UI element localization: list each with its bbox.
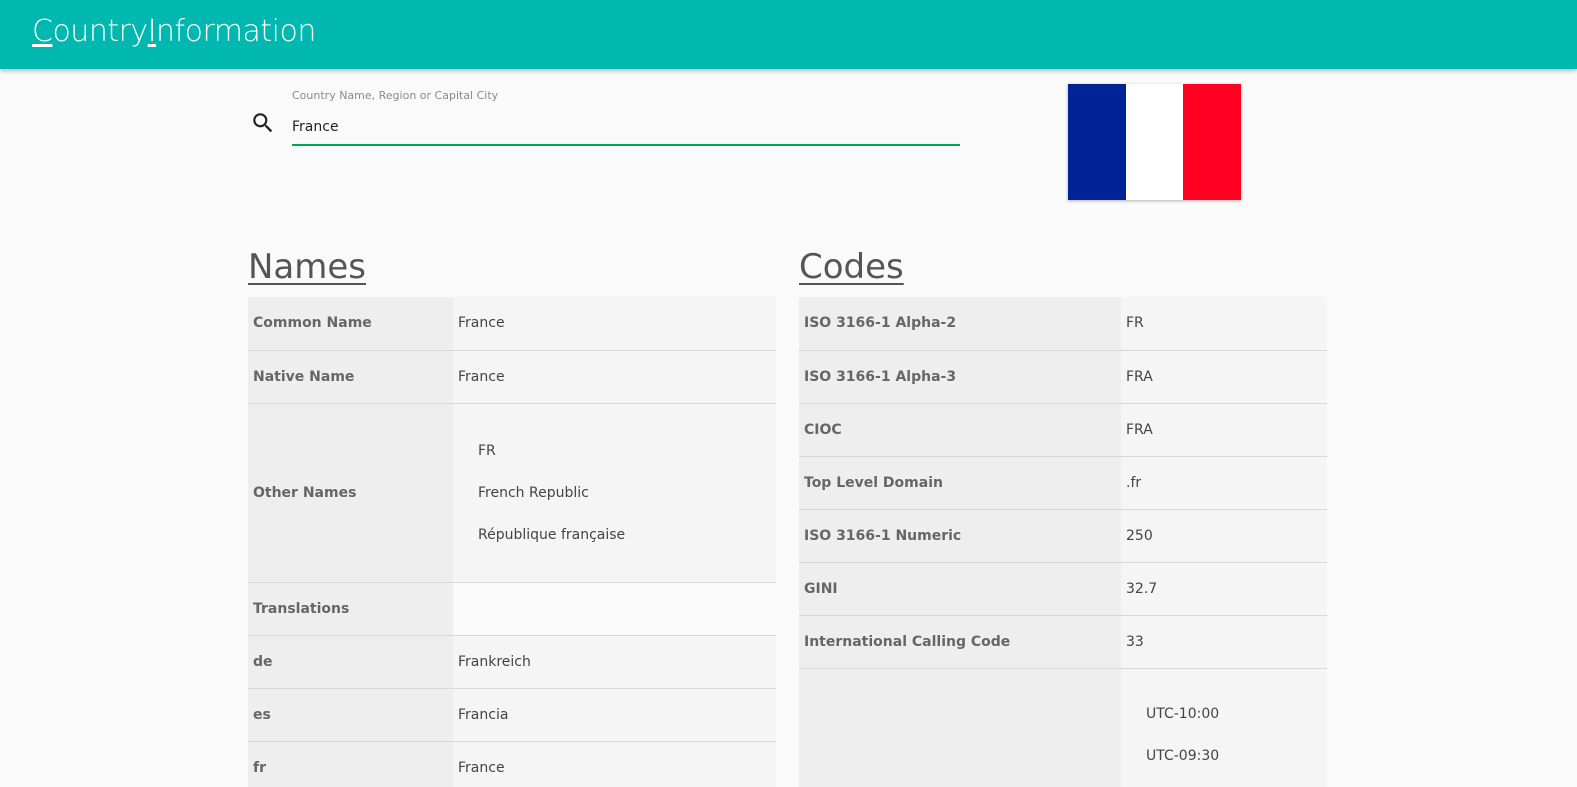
list-item: UTC-10:00 xyxy=(1146,705,1220,722)
timezones-list: UTC-10:00 UTC-09:30 xyxy=(1126,693,1322,777)
other-names-key: Other Names xyxy=(248,403,453,583)
names-table: Common Name France Native Name France Ot… xyxy=(248,297,776,787)
codes-heading: Codes xyxy=(799,247,904,287)
code-key: GINI xyxy=(799,562,1121,616)
country-flag xyxy=(1068,84,1242,200)
other-names-value: FR French Republic République française xyxy=(453,403,776,583)
table-row: de Frankreich xyxy=(248,635,776,689)
translations-value xyxy=(453,582,776,636)
search-input[interactable] xyxy=(292,110,960,146)
search-icon xyxy=(250,110,276,136)
title-letter-c: C xyxy=(32,14,53,49)
code-value: FR xyxy=(1121,297,1327,351)
table-row: ISO 3166-1 Alpha-2 FR xyxy=(799,297,1327,351)
list-item: FR xyxy=(478,442,496,459)
code-value: 32.7 xyxy=(1121,562,1327,616)
other-names-list: FR French Republic République française xyxy=(458,430,771,556)
title-part-nformation: nformation xyxy=(156,14,316,49)
list-item: UTC-09:30 xyxy=(1146,747,1220,764)
common-name-key: Common Name xyxy=(248,297,453,351)
table-row: ISO 3166-1 Numeric 250 xyxy=(799,509,1327,563)
translation-value: Frankreich xyxy=(453,635,776,689)
common-name-value: France xyxy=(453,297,776,351)
code-value: .fr xyxy=(1121,456,1327,510)
code-value: 33 xyxy=(1121,615,1327,669)
table-row: Translations xyxy=(248,582,776,636)
timezones-key xyxy=(799,668,1121,787)
list-item: French Republic xyxy=(478,484,589,501)
native-name-value: France xyxy=(453,350,776,404)
native-name-key: Native Name xyxy=(248,350,453,404)
translation-value: Francia xyxy=(453,688,776,742)
code-key: CIOC xyxy=(799,403,1121,457)
code-value: 250 xyxy=(1121,509,1327,563)
names-heading: Names xyxy=(248,247,367,287)
translations-key: Translations xyxy=(248,582,453,636)
code-key: ISO 3166-1 Alpha-2 xyxy=(799,297,1121,351)
table-row: fr France xyxy=(248,741,776,787)
table-row: es Francia xyxy=(248,688,776,742)
flag-stripe-blue xyxy=(1068,84,1126,200)
app-title[interactable]: CountryInformation xyxy=(32,14,316,49)
table-row: Native Name France xyxy=(248,350,776,404)
table-row: Other Names FR French Republic Républiqu… xyxy=(248,403,776,583)
table-row: ISO 3166-1 Alpha-3 FRA xyxy=(799,350,1327,404)
search-label: Country Name, Region or Capital City xyxy=(292,89,499,102)
table-row: International Calling Code 33 xyxy=(799,615,1327,669)
translation-lang: de xyxy=(248,635,453,689)
codes-table: ISO 3166-1 Alpha-2 FR ISO 3166-1 Alpha-3… xyxy=(799,297,1327,787)
translation-lang: es xyxy=(248,688,453,742)
table-row: Top Level Domain .fr xyxy=(799,456,1327,510)
app-bar: CountryInformation xyxy=(0,0,1577,69)
table-row: UTC-10:00 UTC-09:30 xyxy=(799,668,1327,787)
table-row: GINI 32.7 xyxy=(799,562,1327,616)
table-row: Common Name France xyxy=(248,297,776,351)
flag-stripe-red xyxy=(1183,84,1242,200)
code-value: FRA xyxy=(1121,403,1327,457)
flag-stripe-white xyxy=(1125,84,1184,200)
code-value: FRA xyxy=(1121,350,1327,404)
code-key: ISO 3166-1 Alpha-3 xyxy=(799,350,1121,404)
code-key: International Calling Code xyxy=(799,615,1121,669)
code-key: ISO 3166-1 Numeric xyxy=(799,509,1121,563)
translation-value: France xyxy=(453,741,776,787)
timezones-value: UTC-10:00 UTC-09:30 xyxy=(1121,668,1327,787)
title-letter-i: I xyxy=(147,14,157,49)
translation-lang: fr xyxy=(248,741,453,787)
title-part-ountry: ountry xyxy=(52,14,148,49)
list-item: République française xyxy=(478,526,626,543)
table-row: CIOC FRA xyxy=(799,403,1327,457)
code-key: Top Level Domain xyxy=(799,456,1121,510)
